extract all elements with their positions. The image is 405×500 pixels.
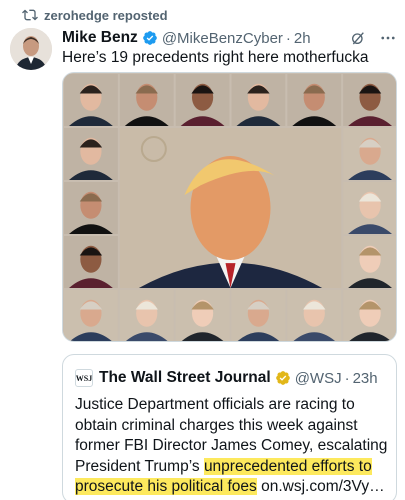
grok-icon[interactable] xyxy=(349,29,367,47)
mugshot-thumbnail xyxy=(64,236,118,288)
mugshot-thumbnail xyxy=(64,128,118,180)
quote-link[interactable]: on.wsj.com/3Vy… xyxy=(257,478,384,495)
quote-timestamp[interactable]: 23h xyxy=(353,370,378,387)
timestamp[interactable]: 2h xyxy=(294,30,311,47)
quote-separator-dot: · xyxy=(344,369,350,387)
mugshot-thumbnail xyxy=(64,290,118,341)
quoted-tweet[interactable]: WSJ The Wall Street Journal @WSJ · 23h J… xyxy=(62,354,397,500)
tweet-header: Mike Benz @MikeBenzCyber · 2h xyxy=(62,28,397,48)
mugshot-thumbnail xyxy=(343,128,396,180)
repost-icon xyxy=(22,7,38,23)
mugshot-thumbnail xyxy=(64,74,118,126)
mugshot-thumbnail xyxy=(343,236,396,288)
central-mugshot xyxy=(119,128,342,288)
more-options-icon[interactable] xyxy=(379,29,397,47)
author-name[interactable]: Mike Benz xyxy=(62,29,138,47)
mugshot-thumbnail xyxy=(287,74,342,126)
tweet-text: Here’s 19 precedents right here motherfu… xyxy=(62,49,369,66)
verified-badge-icon xyxy=(142,30,158,46)
mugshot-thumbnail xyxy=(343,182,396,234)
repost-label[interactable]: zerohedge reposted xyxy=(44,8,168,23)
separator-dot: · xyxy=(285,29,291,47)
quote-header: WSJ The Wall Street Journal @WSJ · 23h xyxy=(75,367,388,389)
avatar[interactable] xyxy=(10,28,52,70)
mugshot-collage-image[interactable] xyxy=(62,72,397,342)
mugshot-thumbnail xyxy=(231,290,286,341)
mugshot-thumbnail xyxy=(175,74,230,126)
mugshot-thumbnail xyxy=(343,74,396,126)
mugshot-thumbnail xyxy=(175,290,230,341)
mugshot-thumbnail xyxy=(287,290,342,341)
gold-verified-badge-icon xyxy=(275,370,291,386)
quote-text: Justice Department officials are racing … xyxy=(75,395,393,498)
mugshot-thumbnail xyxy=(231,74,286,126)
mugshot-thumbnail xyxy=(119,74,174,126)
quote-source-name[interactable]: The Wall Street Journal xyxy=(99,369,271,387)
mugshot-thumbnail xyxy=(343,290,396,341)
quote-handle[interactable]: @WSJ xyxy=(295,370,342,387)
mugshot-thumbnail xyxy=(64,182,118,234)
repost-header: zerohedge reposted xyxy=(22,6,168,24)
author-handle[interactable]: @MikeBenzCyber xyxy=(162,30,283,47)
mugshot-thumbnail xyxy=(119,290,174,341)
wsj-logo-icon: WSJ xyxy=(75,369,93,387)
